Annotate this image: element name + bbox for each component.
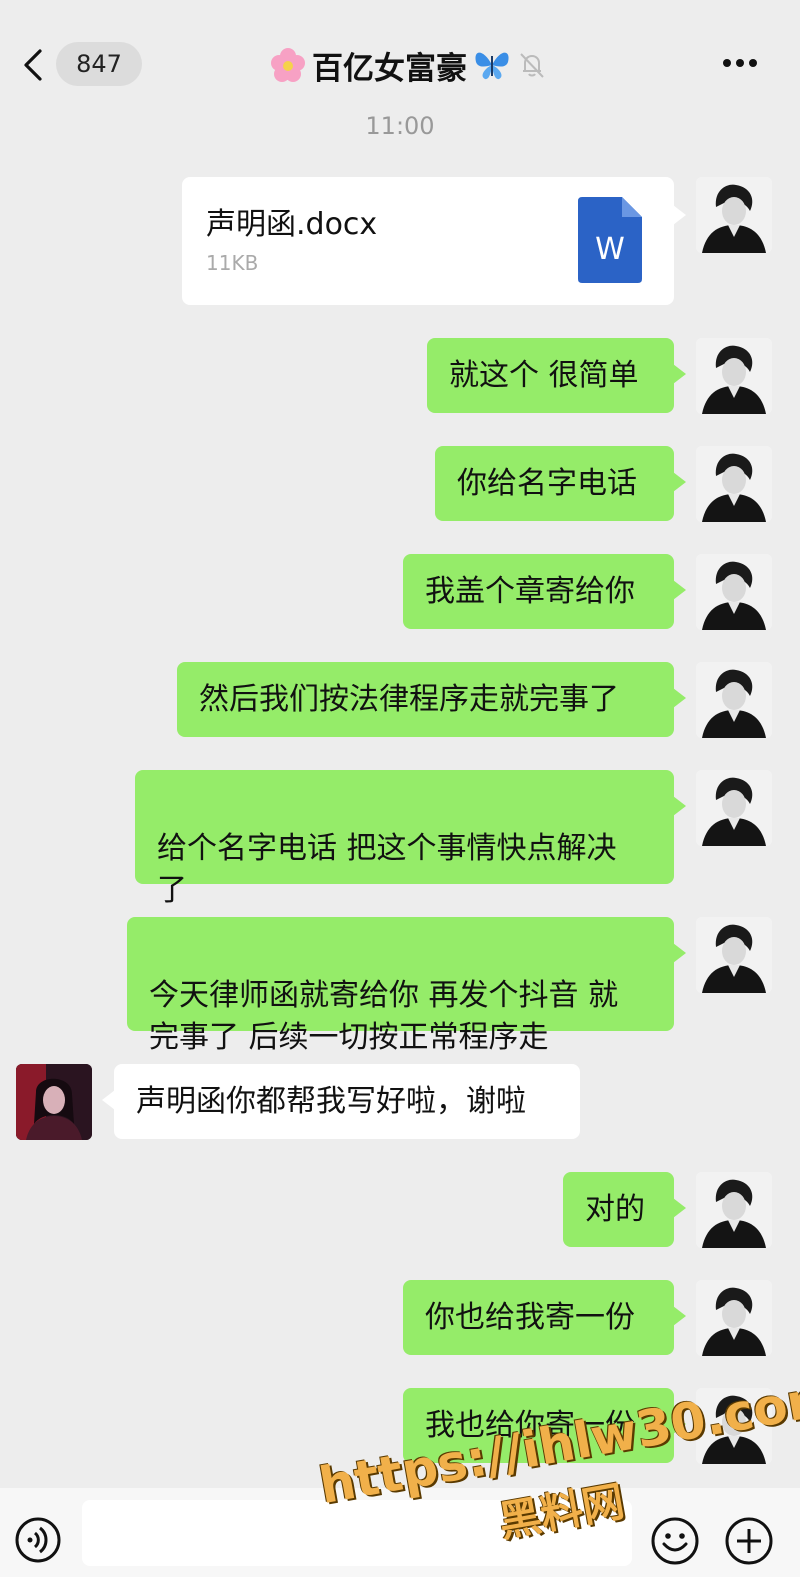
- file-name: 声明函.docx: [206, 207, 378, 242]
- avatar-image: [696, 1280, 772, 1356]
- file-message-card[interactable]: 声明函.docx 11KB W: [182, 177, 686, 305]
- flower-emoji-icon: [271, 48, 305, 82]
- my-avatar[interactable]: [696, 662, 772, 738]
- avatar-image: [696, 917, 772, 993]
- plus-icon[interactable]: [724, 1516, 774, 1566]
- my-avatar[interactable]: [696, 177, 772, 253]
- message-bubble[interactable]: 我盖个章寄给你: [403, 554, 686, 629]
- my-avatar[interactable]: [696, 917, 772, 993]
- bell-muted-icon: [520, 53, 544, 78]
- chat-title-text: 百亿女富豪: [312, 50, 467, 87]
- contact-avatar[interactable]: [16, 1064, 92, 1140]
- chat-header: 847 百亿女富豪: [0, 0, 800, 110]
- message-timestamp: 11:00: [365, 112, 435, 140]
- my-avatar[interactable]: [696, 554, 772, 630]
- back-button[interactable]: 847: [18, 42, 142, 88]
- avatar-image: [696, 662, 772, 738]
- avatar-image: [696, 338, 772, 414]
- chevron-left-icon: [24, 49, 42, 81]
- voice-icon[interactable]: [14, 1516, 62, 1564]
- message-bubble[interactable]: 就这个 很简单: [427, 338, 686, 413]
- message-bubble[interactable]: 声明函你都帮我写好啦，谢啦: [102, 1064, 580, 1139]
- avatar-image: [696, 177, 772, 253]
- word-doc-icon: W: [578, 197, 642, 283]
- chat-title: 百亿女富豪: [270, 42, 547, 88]
- avatar-image: [16, 1064, 92, 1140]
- butterfly-emoji-icon: [475, 52, 509, 80]
- more-dots-icon[interactable]: [720, 48, 760, 78]
- my-avatar[interactable]: [696, 770, 772, 846]
- my-avatar[interactable]: [696, 1280, 772, 1356]
- file-size: 11KB: [206, 251, 259, 275]
- my-avatar[interactable]: [696, 1172, 772, 1248]
- emoji-icon[interactable]: [650, 1516, 700, 1566]
- my-avatar[interactable]: [696, 446, 772, 522]
- avatar-image: [696, 1172, 772, 1248]
- message-bubble[interactable]: 然后我们按法律程序走就完事了: [177, 662, 686, 737]
- my-avatar[interactable]: [696, 338, 772, 414]
- message-bubble[interactable]: 对的: [563, 1172, 686, 1247]
- message-bubble[interactable]: 今天律师函就寄给你 再发个抖音 就 完事了 后续一切按正常程序走: [127, 917, 686, 1055]
- message-bubble[interactable]: 你给名字电话: [435, 446, 686, 521]
- message-bubble[interactable]: 给个名字电话 把这个事情快点解决 了: [135, 770, 686, 908]
- svg-text:W: W: [595, 232, 625, 267]
- avatar-image: [696, 770, 772, 846]
- unread-count-badge: 847: [56, 42, 142, 86]
- message-bubble[interactable]: 你也给我寄一份: [403, 1280, 686, 1355]
- avatar-image: [696, 554, 772, 630]
- avatar-image: [696, 446, 772, 522]
